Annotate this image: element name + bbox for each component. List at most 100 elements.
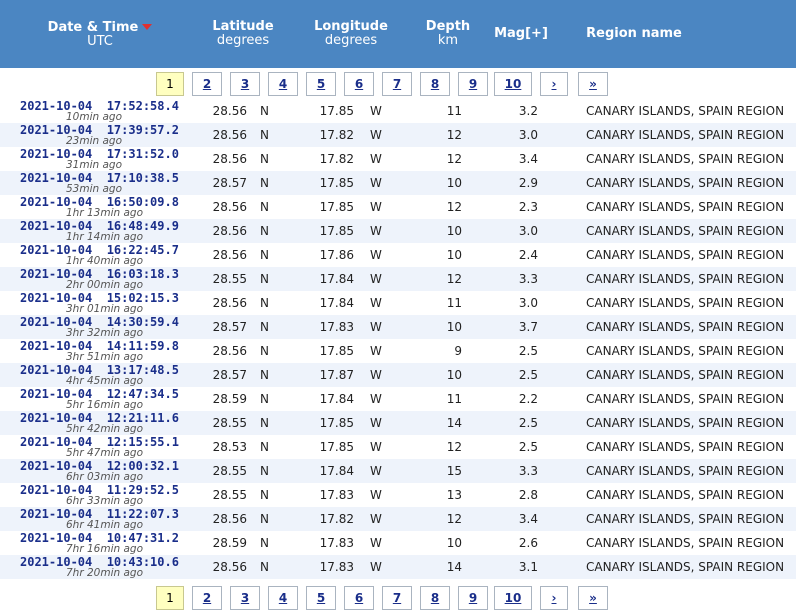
bottom-next-page-button[interactable]: › [540, 586, 568, 610]
table-row[interactable]: 2021-10-04 14:30:59.4 3hr 32min ago 28.57 N… [0, 315, 796, 339]
region-name: CANARY ISLANDS, SPAIN REGION [586, 224, 785, 238]
top-page-6-button[interactable]: 6 [344, 72, 374, 96]
latitude-value: 28.56 [212, 152, 247, 166]
top-page-3-button[interactable]: 3 [230, 72, 260, 96]
longitude-hemisphere: W [370, 344, 382, 358]
top-page-7-button[interactable]: 7 [382, 72, 412, 96]
top-page-4-button[interactable]: 4 [268, 72, 298, 96]
table-row[interactable]: 2021-10-04 11:29:52.5 6hr 33min ago 28.55 N… [0, 483, 796, 507]
region-name: CANARY ISLANDS, SPAIN REGION [586, 128, 785, 142]
top-page-8-button[interactable]: 8 [420, 72, 450, 96]
bottom-page-9-button[interactable]: 9 [458, 586, 488, 610]
longitude-hemisphere: W [370, 560, 382, 574]
depth-value: 10 [446, 176, 462, 190]
bottom-page-4-button[interactable]: 4 [268, 586, 298, 610]
header-magnitude[interactable]: Mag[+] [488, 0, 554, 68]
header-date-title[interactable]: Date & Time [48, 20, 139, 35]
depth-value: 12 [446, 440, 462, 454]
bottom-page-8-button[interactable]: 8 [420, 586, 450, 610]
header-depth[interactable]: Depth km [418, 0, 478, 68]
magnitude-value: 2.9 [518, 176, 538, 190]
header-depth-title[interactable]: Depth [426, 20, 470, 34]
longitude-value: 17.84 [319, 296, 354, 310]
depth-value: 14 [446, 560, 462, 574]
table-row[interactable]: 2021-10-04 12:15:55.1 5hr 47min ago 28.53 N… [0, 435, 796, 459]
time-ago: 5hr 47min ago [66, 447, 144, 459]
table-row[interactable]: 2021-10-04 11:22:07.3 6hr 41min ago 28.56 N… [0, 507, 796, 531]
table-row[interactable]: 2021-10-04 12:47:34.5 5hr 16min ago 28.59 N… [0, 387, 796, 411]
table-row[interactable]: 2021-10-04 10:43:10.6 7hr 20min ago 28.56 N… [0, 555, 796, 579]
table-row[interactable]: 2021-10-04 10:47:31.2 7hr 16min ago 28.59 N… [0, 531, 796, 555]
time-ago: 1hr 13min ago [66, 207, 144, 219]
header-lon-title[interactable]: Longitude [314, 20, 388, 34]
latitude-hemisphere: N [260, 368, 269, 382]
latitude-value: 28.55 [212, 272, 247, 286]
latitude-value: 28.55 [212, 464, 247, 478]
top-page-10-button[interactable]: 10 [494, 72, 532, 96]
latitude-value: 28.55 [212, 488, 247, 502]
longitude-value: 17.83 [319, 560, 354, 574]
latitude-value: 28.56 [212, 200, 247, 214]
table-row[interactable]: 2021-10-04 17:39:57.2 23min ago 28.56 N 17.8… [0, 123, 796, 147]
top-page-5-button[interactable]: 5 [306, 72, 336, 96]
sort-down-icon[interactable] [142, 23, 153, 30]
header-longitude[interactable]: Longitude degrees [306, 0, 396, 68]
latitude-hemisphere: N [260, 392, 269, 406]
latitude-value: 28.56 [212, 512, 247, 526]
time-ago: 1hr 40min ago [66, 255, 144, 267]
table-row[interactable]: 2021-10-04 15:02:15.3 3hr 01min ago 28.56 N… [0, 291, 796, 315]
longitude-value: 17.85 [319, 104, 354, 118]
top-page-9-button[interactable]: 9 [458, 72, 488, 96]
table-row[interactable]: 2021-10-04 12:21:11.6 5hr 42min ago 28.55 N… [0, 411, 796, 435]
header-latitude[interactable]: Latitude degrees [203, 0, 283, 68]
bottom-page-7-button[interactable]: 7 [382, 586, 412, 610]
top-next-page-button[interactable]: › [540, 72, 568, 96]
longitude-hemisphere: W [370, 392, 382, 406]
table-row[interactable]: 2021-10-04 17:52:58.4 10min ago 28.56 N 17.8… [0, 99, 796, 123]
table-row[interactable]: 2021-10-04 16:48:49.9 1hr 14min ago 28.56 N… [0, 219, 796, 243]
table-row[interactable]: 2021-10-04 17:31:52.0 31min ago 28.56 N 17.8… [0, 147, 796, 171]
bottom-page-2-button[interactable]: 2 [192, 586, 222, 610]
depth-value: 10 [446, 248, 462, 262]
bottom-page-6-button[interactable]: 6 [344, 586, 374, 610]
header-region-title[interactable]: Region name [586, 27, 682, 41]
table-row[interactable]: 2021-10-04 13:17:48.5 4hr 45min ago 28.57 N… [0, 363, 796, 387]
region-name: CANARY ISLANDS, SPAIN REGION [586, 296, 785, 310]
depth-value: 13 [446, 488, 462, 502]
longitude-value: 17.83 [319, 320, 354, 334]
header-mag-title[interactable]: Mag[+] [494, 27, 548, 41]
latitude-value: 28.56 [212, 296, 247, 310]
table-row[interactable]: 2021-10-04 16:50:09.8 1hr 13min ago 28.56 N… [0, 195, 796, 219]
depth-value: 12 [446, 152, 462, 166]
region-name: CANARY ISLANDS, SPAIN REGION [586, 200, 785, 214]
bottom-page-3-button[interactable]: 3 [230, 586, 260, 610]
bottom-page-1-button[interactable]: 1 [156, 586, 184, 610]
depth-value: 12 [446, 512, 462, 526]
latitude-hemisphere: N [260, 152, 269, 166]
region-name: CANARY ISLANDS, SPAIN REGION [586, 104, 785, 118]
table-row[interactable]: 2021-10-04 17:10:38.5 53min ago 28.57 N 17.8… [0, 171, 796, 195]
latitude-value: 28.57 [212, 320, 247, 334]
time-ago: 3hr 32min ago [66, 327, 144, 339]
top-page-1-button[interactable]: 1 [156, 72, 184, 96]
bottom-last-page-button[interactable]: » [578, 586, 608, 610]
time-ago: 6hr 33min ago [66, 495, 144, 507]
table-row[interactable]: 2021-10-04 14:11:59.8 3hr 51min ago 28.56 N… [0, 339, 796, 363]
table-row[interactable]: 2021-10-04 16:22:45.7 1hr 40min ago 28.56 N… [0, 243, 796, 267]
depth-value: 10 [446, 368, 462, 382]
table-row[interactable]: 2021-10-04 12:00:32.1 6hr 03min ago 28.55 N… [0, 459, 796, 483]
header-date-time[interactable]: Date & Time UTC [40, 0, 160, 68]
header-lat-title[interactable]: Latitude [212, 20, 273, 34]
top-last-page-button[interactable]: » [578, 72, 608, 96]
header-region[interactable]: Region name [580, 0, 688, 68]
bottom-page-10-button[interactable]: 10 [494, 586, 532, 610]
bottom-page-5-button[interactable]: 5 [306, 586, 336, 610]
table-row[interactable]: 2021-10-04 16:03:18.3 2hr 00min ago 28.55 N… [0, 267, 796, 291]
magnitude-value: 2.5 [518, 440, 538, 454]
longitude-hemisphere: W [370, 296, 382, 310]
longitude-hemisphere: W [370, 200, 382, 214]
time-ago: 5hr 42min ago [66, 423, 144, 435]
longitude-value: 17.85 [319, 224, 354, 238]
depth-value: 11 [446, 104, 462, 118]
top-page-2-button[interactable]: 2 [192, 72, 222, 96]
